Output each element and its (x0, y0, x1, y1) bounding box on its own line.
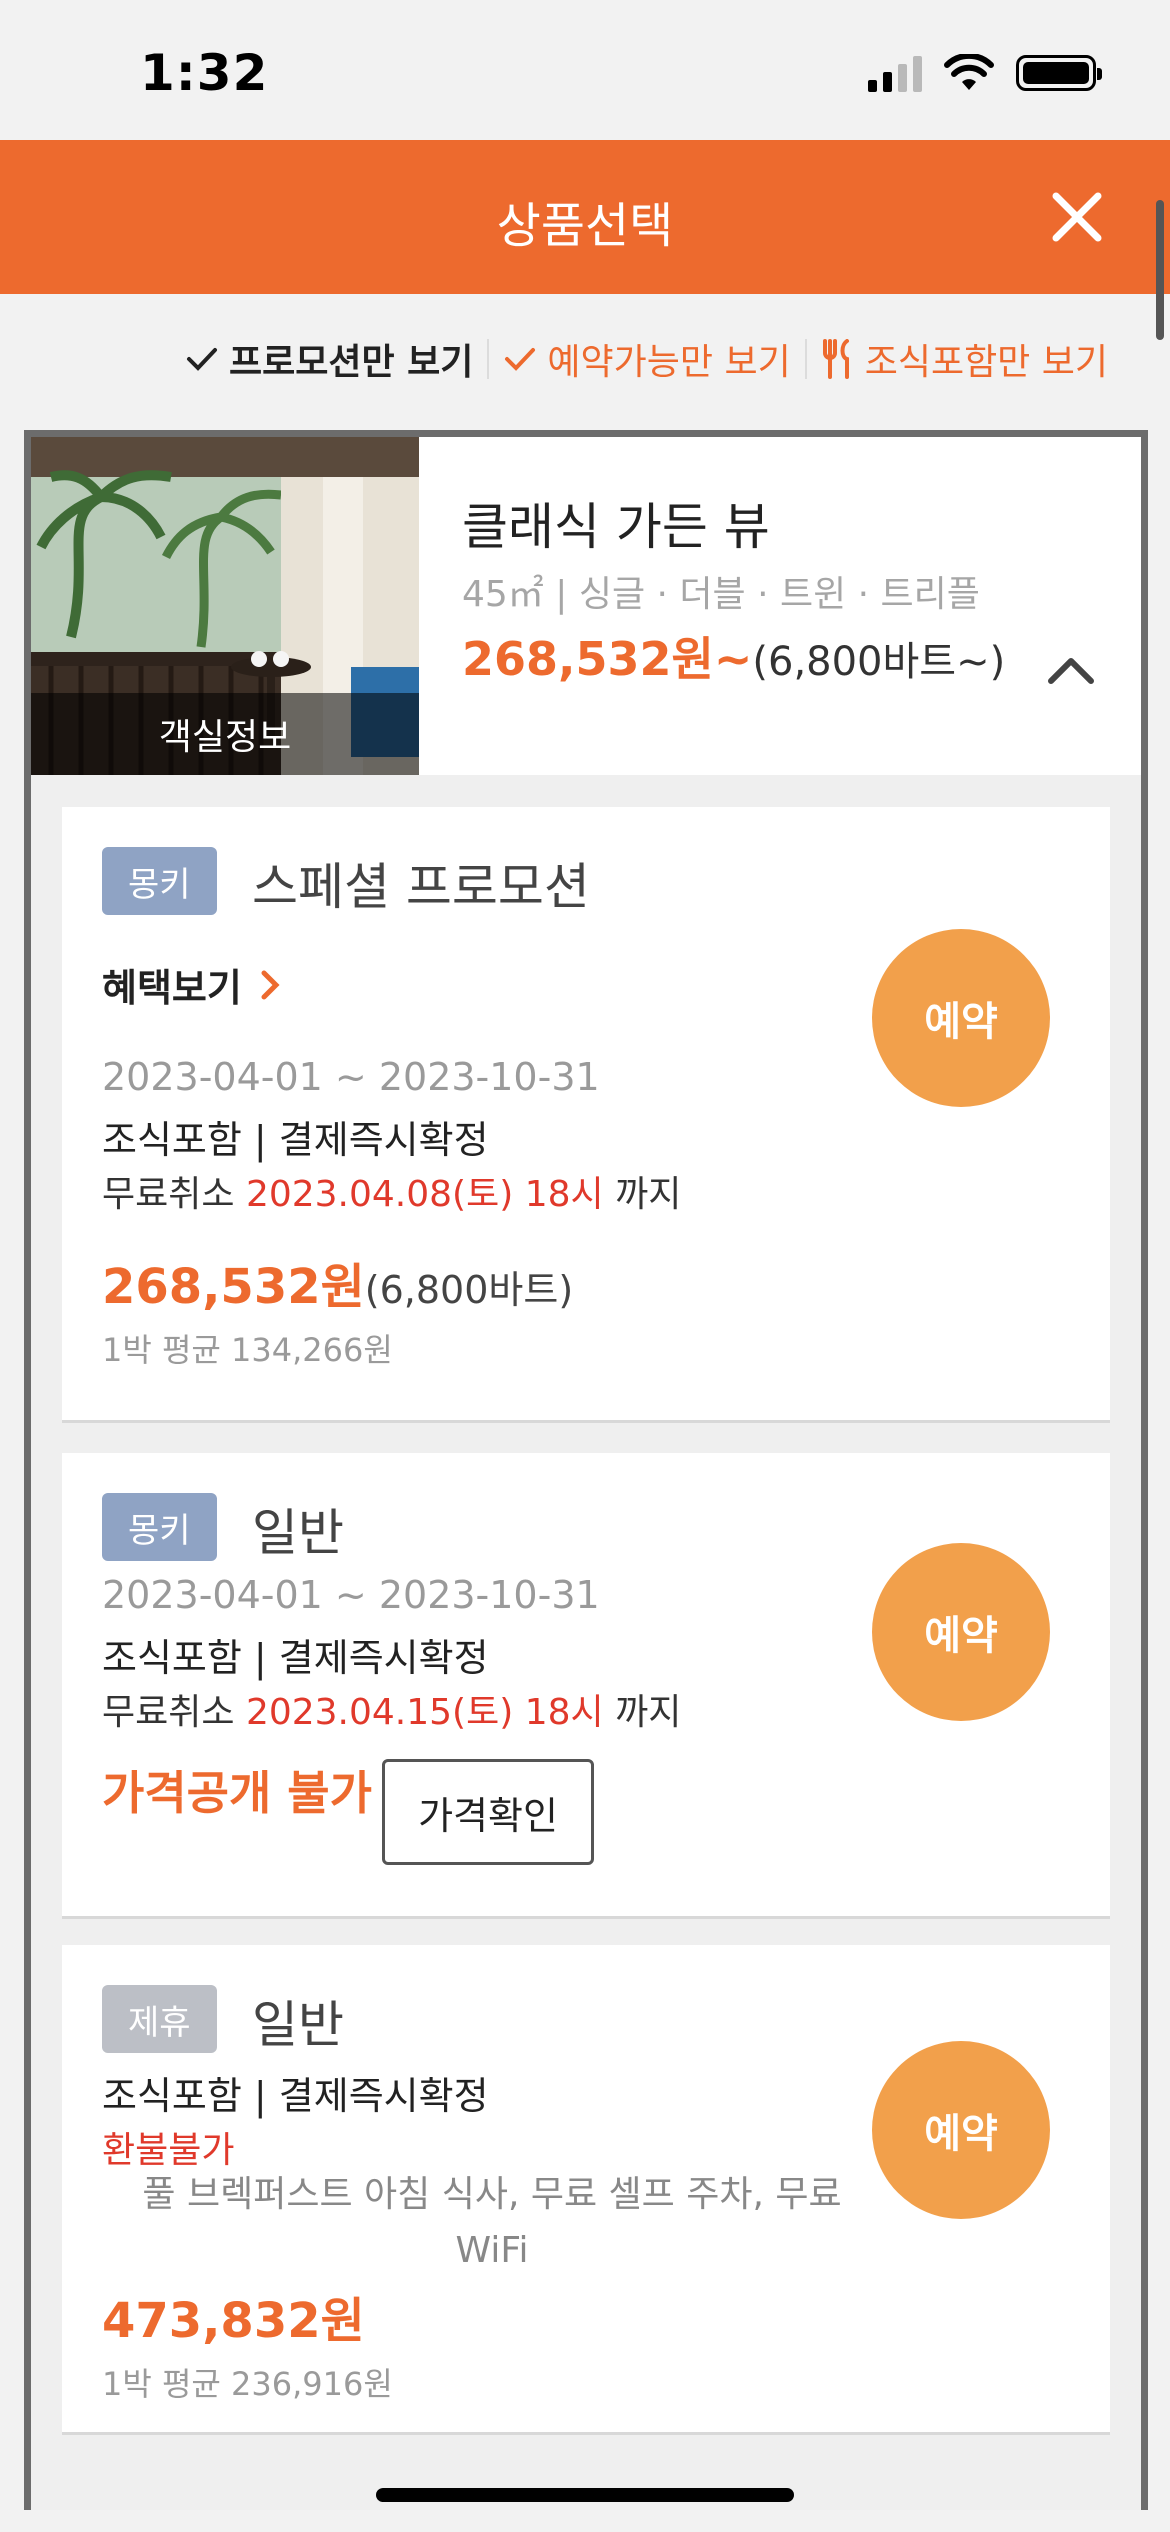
free-cancel-info: 무료취소 2023.04.15(토) 18시 까지 (102, 1683, 681, 1735)
filter-promotion-only[interactable]: 프로모션만 보기 (171, 333, 487, 385)
filter-bar: 프로모션만 보기 예약가능만 보기 조식포함만 보기 (0, 294, 1170, 424)
cancel-prefix: 무료취소 (102, 1174, 246, 1215)
cellular-signal-icon (868, 54, 922, 92)
cancel-prefix: 무료취소 (102, 1692, 246, 1733)
filter-breakfast-label: 조식포함만 보기 (864, 342, 1108, 383)
plan-price: 268,532원(6,800바트) (102, 1247, 573, 1317)
page-title: 상품선택 (496, 198, 674, 254)
header-bar: 상품선택 (0, 140, 1170, 294)
home-indicator[interactable] (376, 2488, 794, 2502)
wifi-icon (944, 54, 994, 90)
battery-icon (1016, 55, 1102, 91)
plan-price-amount: 473,832원 (102, 2293, 365, 2349)
chevron-right-icon (261, 970, 280, 999)
free-cancel-info: 무료취소 2023.04.08(토) 18시 까지 (102, 1165, 681, 1217)
view-benefits-link[interactable]: 혜택보기 (102, 957, 280, 1012)
cancel-suffix: 까지 (603, 1174, 682, 1215)
book-button[interactable]: 예약 (872, 2041, 1050, 2219)
room-price-amount: 268,532원~ (462, 632, 753, 686)
cancel-deadline: 2023.04.08(토) 18시 (245, 1174, 604, 1215)
plan-dates: 2023-04-01 ~ 2023-10-31 (102, 1055, 600, 1099)
room-price: 268,532원~(6,800바트~) (462, 623, 1005, 689)
plan-dates: 2023-04-01 ~ 2023-10-31 (102, 1573, 600, 1617)
plan-name: 일반 (252, 1504, 344, 1562)
non-refundable-label: 환불불가 (102, 2130, 235, 2171)
filter-breakfast-only[interactable]: 조식포함만 보기 (807, 333, 1122, 385)
plan-conditions: 조식포함 | 결제즉시확정 (102, 2074, 489, 2118)
nightly-average: 1박 평균 134,266원 (102, 1331, 393, 1369)
plan-name: 스페셜 프로모션 (252, 858, 590, 916)
check-icon (505, 348, 536, 371)
scrollbar[interactable] (1156, 200, 1164, 340)
book-button[interactable]: 예약 (872, 1543, 1050, 1721)
status-bar: 1:32 (0, 0, 1170, 140)
check-icon (187, 348, 218, 371)
view-benefits-label: 혜택보기 (102, 966, 242, 1010)
room-panel: 객실정보 클래식 가든 뷰 45㎡ | 싱글 · 더블 · 트윈 · 트리플 2… (24, 430, 1148, 2510)
nightly-average: 1박 평균 236,916원 (102, 2365, 393, 2403)
room-specs: 45㎡ | 싱글 · 더블 · 트윈 · 트리플 (462, 574, 980, 615)
plan-badge: 몽키 (102, 847, 217, 915)
room-name: 클래식 가든 뷰 (462, 498, 770, 556)
book-button[interactable]: 예약 (872, 929, 1050, 1107)
rate-plan-card: 제휴 일반 조식포함 | 결제즉시확정 환불불가 풀 브렉퍼스트 아침 식사, … (62, 1945, 1110, 2435)
plan-conditions: 조식포함 | 결제즉시확정 (102, 1118, 489, 1162)
plan-price: 473,832원 (102, 2281, 365, 2351)
close-button[interactable] (1042, 182, 1112, 252)
plan-badge: 몽키 (102, 1493, 217, 1561)
rate-plan-card: 몽키 일반 2023-04-01 ~ 2023-10-31 조식포함 | 결제즉… (62, 1453, 1110, 1919)
plan-name: 일반 (252, 1996, 344, 2054)
room-price-sub: (6,800바트~) (752, 639, 1006, 685)
room-info-label: 객실정보 (31, 693, 419, 775)
room-photo[interactable]: 객실정보 (31, 437, 419, 775)
plan-conditions: 조식포함 | 결제즉시확정 (102, 1636, 489, 1680)
room-header: 객실정보 클래식 가든 뷰 45㎡ | 싱글 · 더블 · 트윈 · 트리플 2… (31, 437, 1141, 775)
status-time: 1:32 (140, 44, 269, 102)
collapse-button[interactable] (1041, 641, 1101, 701)
chevron-up-icon (1048, 658, 1094, 684)
cancel-suffix: 까지 (603, 1692, 682, 1733)
status-icons (868, 54, 1102, 92)
check-price-button[interactable]: 가격확인 (382, 1759, 594, 1865)
filter-promotion-label: 프로모션만 보기 (229, 342, 474, 383)
plan-price-sub: (6,800바트) (364, 1268, 574, 1312)
price-unavailable: 가격공개 불가 (102, 1766, 372, 1820)
plan-amenities: 풀 브렉퍼스트 아침 식사, 무료 셀프 주차, 무료 WiFi (142, 2174, 842, 2271)
plan-price-amount: 268,532원 (102, 1259, 365, 1315)
rate-plan-card: 몽키 스페셜 프로모션 혜택보기 2023-04-01 ~ 2023-10-31… (62, 807, 1110, 1423)
fork-knife-icon (822, 339, 849, 379)
filter-available-label: 예약가능만 보기 (547, 342, 791, 383)
close-icon (1052, 192, 1102, 242)
cancel-deadline: 2023.04.15(토) 18시 (245, 1692, 604, 1733)
plan-badge: 제휴 (102, 1985, 217, 2053)
filter-available-only[interactable]: 예약가능만 보기 (489, 333, 804, 385)
